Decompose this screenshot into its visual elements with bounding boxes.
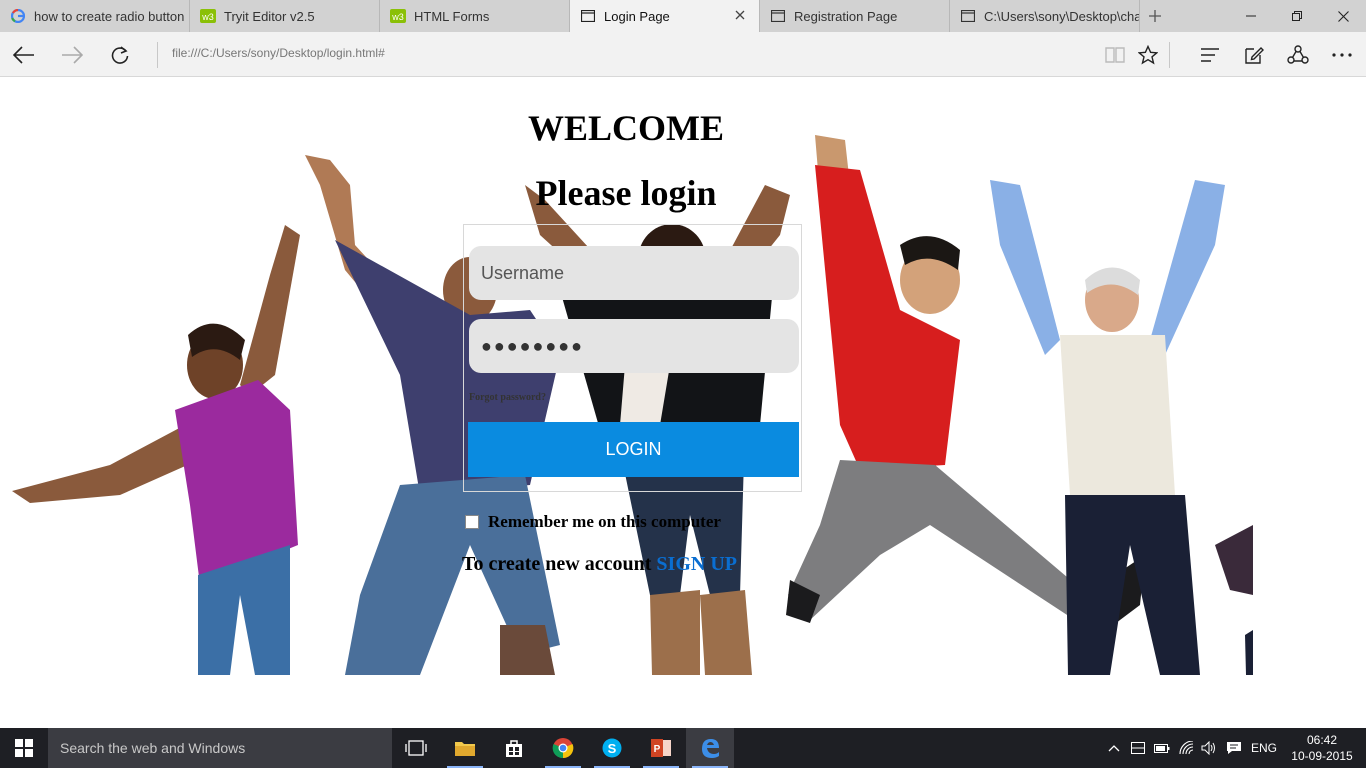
- star-icon: [1138, 45, 1158, 65]
- wifi-icon[interactable]: [1179, 740, 1195, 756]
- password-input[interactable]: ●●●●●●●●: [469, 319, 799, 373]
- chrome-icon: [552, 738, 574, 759]
- hub-button[interactable]: [1195, 40, 1225, 70]
- svg-text:P: P: [654, 744, 661, 755]
- powerpoint-button[interactable]: P: [637, 728, 685, 768]
- page-icon: [580, 8, 596, 24]
- more-icon: [1332, 53, 1352, 57]
- hub-icon: [1201, 48, 1219, 62]
- tab-title: C:\Users\sony\Desktop\cha: [984, 8, 1139, 24]
- tab-strip: how to create radio button w3 Tryit Edit…: [0, 0, 1366, 32]
- close-window-button[interactable]: [1320, 0, 1366, 32]
- share-icon: [1287, 45, 1309, 64]
- action-center-icon[interactable]: [1226, 740, 1242, 756]
- divider: [157, 42, 158, 68]
- taskbar-search[interactable]: Search the web and Windows: [48, 728, 392, 768]
- more-button[interactable]: [1327, 40, 1357, 70]
- task-view-icon: [405, 740, 427, 756]
- plus-icon: [1149, 10, 1161, 22]
- skype-button[interactable]: S: [588, 728, 636, 768]
- close-icon: [1337, 10, 1349, 22]
- welcome-heading: WELCOME: [527, 108, 724, 148]
- restore-button[interactable]: [1274, 0, 1320, 32]
- tab-local-file[interactable]: C:\Users\sony\Desktop\cha: [950, 0, 1140, 32]
- clock-time: 06:42: [1306, 733, 1338, 747]
- battery-icon[interactable]: [1154, 740, 1170, 756]
- signup-row: To create new account SIGN UP: [462, 553, 737, 576]
- remember-me-row: Remember me on this computer: [465, 512, 721, 532]
- clock[interactable]: 06:42 10-09-2015: [1290, 732, 1354, 764]
- svg-text:w3: w3: [391, 12, 404, 22]
- page-icon: [770, 8, 786, 24]
- powerpoint-icon: P: [651, 739, 671, 757]
- edge-icon: [702, 739, 719, 758]
- share-button[interactable]: [1283, 40, 1313, 70]
- windows-logo-icon: [15, 739, 33, 757]
- tab-login-page[interactable]: Login Page: [570, 0, 760, 32]
- tab-title: HTML Forms: [414, 8, 490, 24]
- back-arrow-icon: [13, 46, 34, 64]
- restore-icon: [1292, 11, 1302, 21]
- svg-text:S: S: [608, 741, 617, 756]
- task-view-button[interactable]: [392, 728, 440, 768]
- refresh-button[interactable]: [105, 40, 135, 70]
- folder-icon: [455, 742, 475, 756]
- favorites-button[interactable]: [1133, 40, 1163, 70]
- minimize-icon: [1246, 15, 1256, 17]
- svg-text:w3: w3: [201, 12, 214, 22]
- signup-prompt: To create new account: [462, 553, 657, 575]
- tray-device-icon[interactable]: [1130, 740, 1146, 756]
- file-explorer-button[interactable]: [441, 728, 489, 768]
- back-button[interactable]: [9, 40, 39, 70]
- book-icon: [1105, 47, 1125, 63]
- store-button[interactable]: [490, 728, 538, 768]
- tab-html-forms[interactable]: w3 HTML Forms: [380, 0, 570, 32]
- browser-toolbar: file:///C:/Users/sony/Desktop/login.html…: [0, 32, 1366, 77]
- start-button[interactable]: [0, 728, 48, 768]
- web-page: WELCOME Please login Username ●●●●●●●● F…: [0, 77, 1366, 728]
- edge-button[interactable]: [686, 728, 734, 768]
- remember-me-label: Remember me on this computer: [488, 512, 721, 531]
- clock-date: 10-09-2015: [1291, 749, 1353, 763]
- signup-link[interactable]: SIGN UP: [656, 553, 737, 575]
- store-bag-icon: [506, 740, 522, 757]
- show-hidden-icons-button[interactable]: [1106, 740, 1122, 756]
- web-note-button[interactable]: [1239, 40, 1269, 70]
- close-tab-icon[interactable]: [733, 8, 747, 22]
- login-button[interactable]: LOGIN: [468, 422, 799, 477]
- forward-arrow-icon: [62, 46, 83, 64]
- skype-icon: S: [602, 738, 622, 758]
- login-heading: Please login: [535, 173, 717, 213]
- windows-taskbar: Search the web and Windows S P ENG 06:42…: [0, 728, 1366, 768]
- new-tab-button[interactable]: [1140, 0, 1170, 32]
- login-form: Username ●●●●●●●● Forgot password? LOGIN: [463, 224, 802, 492]
- forward-button[interactable]: [57, 40, 87, 70]
- refresh-icon: [111, 46, 129, 64]
- minimize-button[interactable]: [1228, 0, 1274, 32]
- tab-google-search[interactable]: how to create radio button: [0, 0, 190, 32]
- tab-tryit-editor[interactable]: w3 Tryit Editor v2.5: [190, 0, 380, 32]
- language-indicator[interactable]: ENG: [1251, 741, 1277, 755]
- page-icon: [960, 8, 976, 24]
- google-g-icon: [10, 8, 26, 24]
- chrome-button[interactable]: [539, 728, 587, 768]
- window-controls: [1228, 0, 1366, 32]
- tab-title: Registration Page: [794, 8, 898, 24]
- tab-title: Tryit Editor v2.5: [224, 8, 315, 24]
- volume-icon[interactable]: [1201, 740, 1217, 756]
- w3schools-icon: w3: [390, 8, 406, 24]
- tab-registration-page[interactable]: Registration Page: [760, 0, 950, 32]
- reading-view-button[interactable]: [1100, 40, 1130, 70]
- remember-me-checkbox[interactable]: [465, 515, 479, 529]
- note-pen-icon: [1245, 47, 1264, 64]
- tab-title: Login Page: [604, 8, 670, 24]
- w3schools-icon: w3: [200, 8, 216, 24]
- username-input[interactable]: Username: [469, 246, 799, 300]
- chevron-up-icon: [1108, 745, 1120, 752]
- address-bar[interactable]: file:///C:/Users/sony/Desktop/login.html…: [172, 46, 385, 60]
- forgot-password-link[interactable]: Forgot password?: [469, 392, 546, 403]
- divider: [1169, 42, 1170, 68]
- tab-title: how to create radio button: [34, 8, 185, 24]
